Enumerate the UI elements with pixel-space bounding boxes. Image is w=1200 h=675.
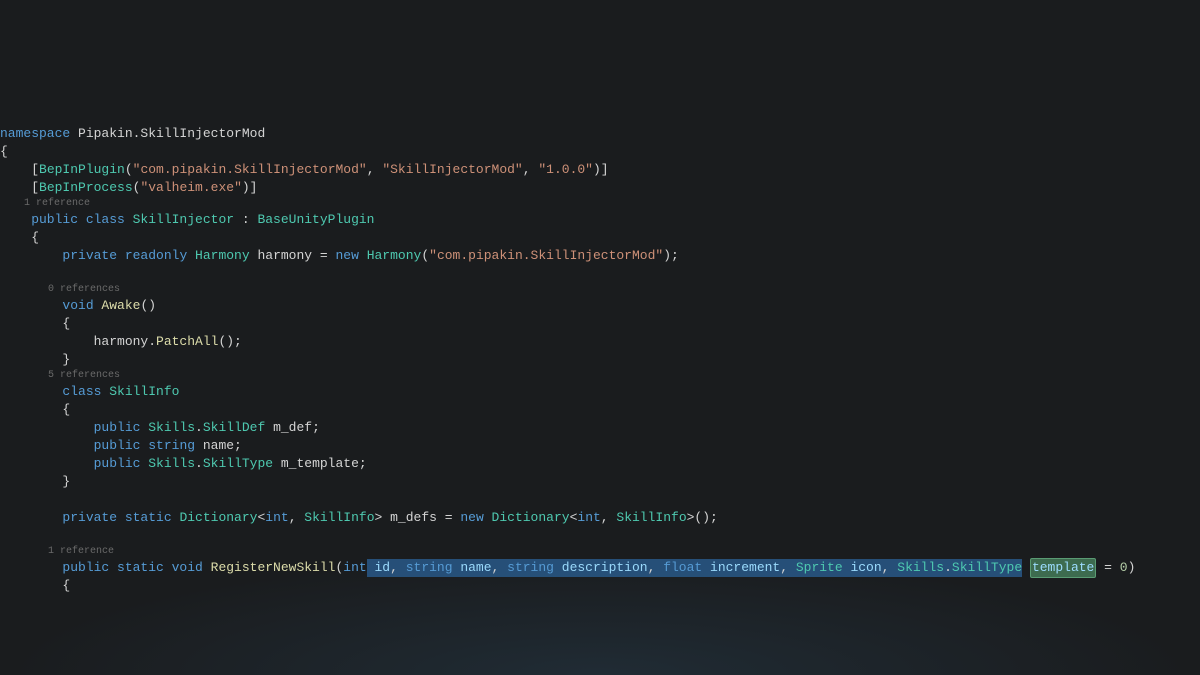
code-line[interactable]: void Awake() bbox=[0, 297, 1200, 315]
code-line[interactable]: public static void RegisterNewSkill(int … bbox=[0, 559, 1200, 577]
code-line[interactable]: private readonly Harmony harmony = new H… bbox=[0, 247, 1200, 265]
code-line[interactable]: public Skills.SkillType m_template; bbox=[0, 455, 1200, 473]
code-line[interactable]: class SkillInfo bbox=[0, 383, 1200, 401]
code-line[interactable]: { bbox=[0, 143, 1200, 161]
codelens-reference-count[interactable]: 1 reference bbox=[0, 197, 1200, 211]
codelens-reference-count[interactable]: 0 references bbox=[0, 283, 1200, 297]
code-line[interactable] bbox=[0, 527, 1200, 545]
codelens-reference-count[interactable]: 5 references bbox=[0, 369, 1200, 383]
code-line[interactable]: { bbox=[0, 315, 1200, 333]
code-line[interactable]: namespace Pipakin.SkillInjectorMod bbox=[0, 125, 1200, 143]
code-line[interactable]: public Skills.SkillDef m_def; bbox=[0, 419, 1200, 437]
code-line[interactable]: } bbox=[0, 351, 1200, 369]
code-line[interactable]: { bbox=[0, 401, 1200, 419]
code-line[interactable]: [BepInProcess("valheim.exe")] bbox=[0, 179, 1200, 197]
code-editor[interactable]: namespace Pipakin.SkillInjectorMod { [Be… bbox=[0, 125, 1200, 595]
code-line[interactable]: private static Dictionary<int, SkillInfo… bbox=[0, 509, 1200, 527]
code-line[interactable]: { bbox=[0, 577, 1200, 595]
code-line[interactable]: public class SkillInjector : BaseUnityPl… bbox=[0, 211, 1200, 229]
code-line[interactable]: } bbox=[0, 473, 1200, 491]
codelens-reference-count[interactable]: 1 reference bbox=[0, 545, 1200, 559]
code-line[interactable] bbox=[0, 265, 1200, 283]
code-line[interactable] bbox=[0, 491, 1200, 509]
code-line[interactable]: { bbox=[0, 229, 1200, 247]
selected-text: id, string name, string description, flo… bbox=[367, 559, 1022, 577]
code-line[interactable]: public string name; bbox=[0, 437, 1200, 455]
code-line[interactable]: harmony.PatchAll(); bbox=[0, 333, 1200, 351]
highlighted-symbol: template bbox=[1030, 558, 1096, 578]
code-line[interactable]: [BepInPlugin("com.pipakin.SkillInjectorM… bbox=[0, 161, 1200, 179]
